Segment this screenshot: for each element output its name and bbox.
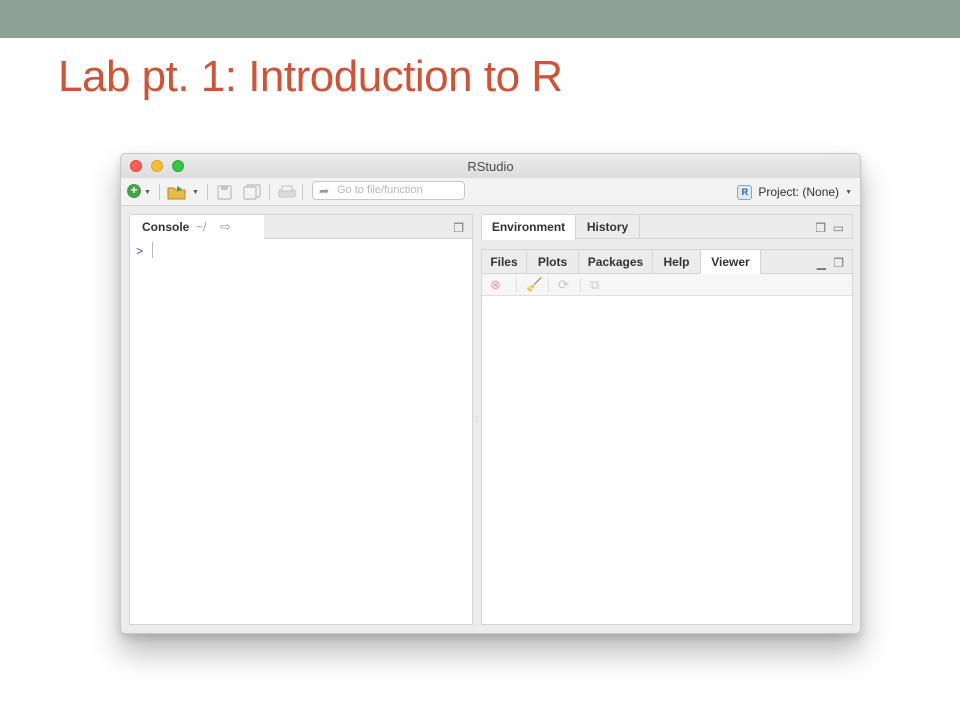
folder-icon bbox=[167, 185, 186, 199]
tab-plots[interactable]: Plots bbox=[527, 250, 579, 274]
packages-tab-label: Packages bbox=[587, 255, 644, 269]
viewer-toolbar: ⊗ 🧹 ⟳ ⧉ bbox=[482, 274, 852, 296]
open-in-new-window-icon[interactable]: ⧉ bbox=[590, 277, 599, 293]
new-file-dropdown[interactable]: ▼ bbox=[144, 184, 151, 200]
save-all-button[interactable] bbox=[243, 184, 261, 200]
go-to-directory-icon[interactable]: ⇨ bbox=[220, 219, 231, 235]
save-icon bbox=[217, 184, 232, 200]
slide-header-bar bbox=[0, 0, 960, 38]
print-icon bbox=[278, 185, 296, 197]
broom-icon[interactable]: 🧹 bbox=[526, 277, 542, 293]
pane-splitter-handle[interactable]: ⋮ bbox=[473, 415, 481, 425]
chevron-down-icon: ▼ bbox=[144, 188, 151, 196]
new-file-icon[interactable]: + bbox=[127, 184, 141, 198]
toolbar-divider bbox=[580, 278, 581, 292]
environment-tabstrip: Environment History ❐ ▭ bbox=[482, 215, 852, 240]
files-tab-label: Files bbox=[490, 255, 518, 269]
files-tabstrip: Files Plots Packages Help Viewer ▁ ❐ bbox=[482, 250, 852, 275]
chevron-down-icon: ▼ bbox=[845, 188, 852, 196]
help-tab-label: Help bbox=[663, 255, 690, 269]
environment-tab-label: Environment bbox=[491, 220, 566, 234]
minimize-pane-icon[interactable]: ❐ bbox=[815, 221, 826, 235]
console-cursor[interactable] bbox=[152, 242, 153, 258]
open-project-button[interactable] bbox=[167, 184, 187, 200]
console-tab-label: Console bbox=[142, 220, 190, 234]
console-path: ~/ bbox=[196, 220, 207, 234]
files-pane: Files Plots Packages Help Viewer ▁ ❐ ⊗ 🧹… bbox=[481, 249, 853, 625]
viewer-tab-label: Viewer bbox=[711, 255, 750, 269]
toolbar-divider bbox=[269, 184, 270, 200]
goto-placeholder: Go to file/function bbox=[337, 184, 423, 196]
tab-help[interactable]: Help bbox=[653, 250, 701, 274]
restore-pane-icon[interactable]: ❐ bbox=[833, 256, 844, 270]
console-pane: Console ~/ ⇨ ❐ > bbox=[129, 214, 473, 625]
minimize-pane-icon[interactable]: ▁ bbox=[817, 256, 826, 270]
title-bar: RStudio bbox=[121, 154, 860, 178]
goto-file-input[interactable]: ➦ Go to file/function bbox=[312, 181, 465, 200]
toolbar-divider bbox=[516, 278, 517, 292]
print-button[interactable] bbox=[278, 184, 296, 200]
project-menu[interactable]: R Project: (None) ▼ bbox=[737, 184, 852, 200]
restore-pane-icon[interactable]: ❐ bbox=[453, 221, 464, 235]
toolbar-divider bbox=[159, 184, 160, 200]
tab-files[interactable]: Files bbox=[482, 250, 527, 274]
project-label: Project: (None) bbox=[758, 185, 840, 199]
maximize-pane-icon[interactable]: ▭ bbox=[833, 221, 844, 235]
tab-environment[interactable]: Environment bbox=[482, 215, 576, 240]
console-tabstrip: Console ~/ ⇨ ❐ bbox=[130, 215, 472, 240]
rstudio-window: RStudio + ▼ ▼ ➦ Go to file/function R Pr… bbox=[120, 153, 861, 634]
refresh-icon[interactable]: ⟳ bbox=[558, 277, 569, 293]
arrow-right-icon: ➦ bbox=[319, 184, 330, 198]
r-project-icon: R bbox=[737, 184, 753, 200]
history-tab-label: History bbox=[586, 220, 629, 234]
toolbar-divider bbox=[207, 184, 208, 200]
save-all-icon bbox=[243, 184, 261, 200]
tab-packages[interactable]: Packages bbox=[579, 250, 653, 274]
toolbar-divider bbox=[302, 184, 303, 200]
main-toolbar: + ▼ ▼ ➦ Go to file/function R Project: (… bbox=[121, 178, 860, 206]
plots-tab-label: Plots bbox=[537, 255, 568, 269]
chevron-down-icon: ▼ bbox=[192, 188, 199, 196]
window-title: RStudio bbox=[467, 159, 514, 174]
save-button[interactable] bbox=[217, 184, 232, 200]
tab-viewer[interactable]: Viewer bbox=[701, 250, 761, 275]
environment-pane: Environment History ❐ ▭ bbox=[481, 214, 853, 240]
toolbar-divider bbox=[548, 278, 549, 292]
open-dropdown[interactable]: ▼ bbox=[192, 184, 199, 200]
slide-title: Lab pt. 1: Introduction to R bbox=[58, 52, 563, 101]
console-prompt: > bbox=[136, 245, 144, 259]
tab-history[interactable]: History bbox=[576, 215, 640, 239]
remove-viewer-icon[interactable]: ⊗ bbox=[490, 277, 501, 293]
